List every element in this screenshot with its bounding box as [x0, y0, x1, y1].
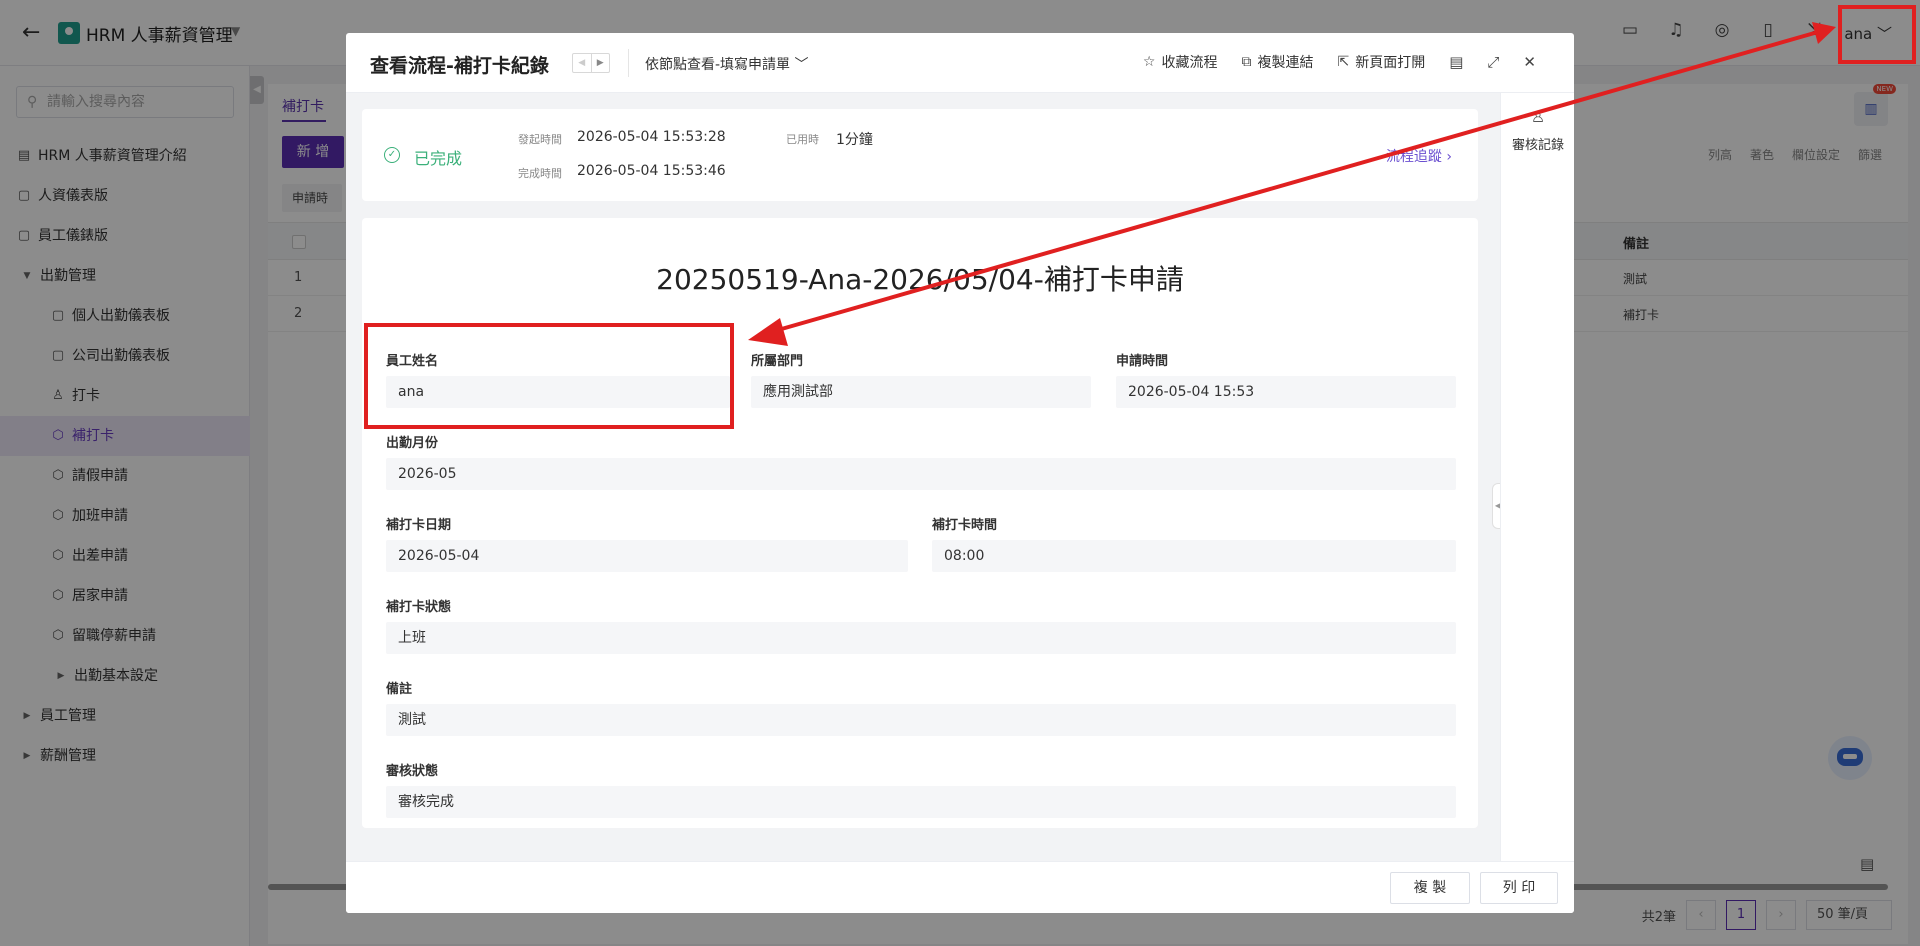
elapsed-label: 已用時	[786, 133, 819, 146]
start-time-value: 2026-05-04 15:53:28	[577, 129, 726, 145]
fullscreen-icon[interactable]: ⤢	[1487, 53, 1499, 71]
form-card: 20250519-Ana-2026/05/04-補打卡申請 員工姓名 ana 所…	[362, 218, 1478, 828]
attend-month-label: 出勤月份	[386, 436, 439, 451]
status-card: ✓ 已完成 發起時間 2026-05-04 15:53:28 已用時 1分鐘 完…	[362, 109, 1478, 201]
header-actions: ☆ 收藏流程 ⧉ 複製連結 ⇱ 新頁面打開 ▤ ⤢ ✕	[1143, 52, 1536, 72]
process-modal: 查看流程-補打卡紀錄 ◀ ▶ 依節點查看-填寫申請單 ﹀ ☆ 收藏流程 ⧉ 複製連結…	[346, 33, 1574, 913]
patch-date-label: 補打卡日期	[386, 518, 452, 533]
divider	[628, 49, 629, 77]
patch-date-field: 2026-05-04	[386, 540, 908, 572]
flow-tracking-link[interactable]: 流程追蹤 ›	[1386, 146, 1452, 166]
print-button[interactable]: 列 印	[1480, 872, 1558, 904]
review-status-field: 審核完成	[386, 786, 1456, 818]
patch-time-field: 08:00	[932, 540, 1456, 572]
review-status-label: 審核狀態	[386, 764, 439, 779]
patch-status-field: 上班	[386, 622, 1456, 654]
modal-title: 查看流程-補打卡紀錄	[370, 55, 549, 77]
next-record-icon[interactable]: ▶	[592, 54, 610, 72]
audit-log-button[interactable]: ♙ 審核記錄	[1501, 107, 1574, 153]
check-circle-icon: ✓	[384, 147, 400, 163]
end-time-label: 完成時間	[518, 167, 562, 180]
highlight-user-menu	[1838, 5, 1916, 64]
start-time-label: 發起時間	[518, 133, 562, 146]
attend-month-field: 2026-05	[386, 458, 1456, 490]
remark-label: 備註	[386, 682, 413, 697]
end-time-value: 2026-05-04 15:53:46	[577, 163, 726, 179]
right-rail: ♙ 審核記錄	[1500, 93, 1574, 861]
open-new-page-button[interactable]: ⇱ 新頁面打開	[1337, 52, 1425, 72]
prev-record-icon[interactable]: ◀	[573, 54, 592, 72]
close-icon[interactable]: ✕	[1523, 53, 1536, 71]
patch-status-label: 補打卡狀態	[386, 600, 452, 615]
view-mode-select[interactable]: 依節點查看-填寫申請單 ﹀	[645, 54, 809, 74]
status-label: 已完成	[414, 149, 463, 168]
side-panel-icon[interactable]: ▤	[1449, 53, 1463, 71]
remark-field: 測試	[386, 704, 1456, 736]
star-icon: ☆	[1142, 54, 1156, 70]
modal-body: ✓ 已完成 發起時間 2026-05-04 15:53:28 已用時 1分鐘 完…	[346, 93, 1500, 861]
apply-time-field: 2026-05-04 15:53	[1116, 376, 1456, 408]
modal-header: 查看流程-補打卡紀錄 ◀ ▶ 依節點查看-填寫申請單 ﹀ ☆ 收藏流程 ⧉ 複製連結…	[346, 33, 1574, 93]
department-label: 所屬部門	[751, 354, 804, 369]
highlight-employee-name	[364, 323, 734, 429]
apply-time-label: 申請時間	[1116, 354, 1169, 369]
department-field: 應用測試部	[751, 376, 1091, 408]
copy-icon: ⧉	[1241, 54, 1252, 70]
copy-link-button[interactable]: ⧉ 複製連結	[1241, 52, 1313, 72]
external-link-icon: ⇱	[1337, 54, 1350, 70]
modal-footer: 複 製 列 印	[346, 861, 1574, 913]
form-title: 20250519-Ana-2026/05/04-補打卡申請	[656, 263, 1184, 296]
audit-icon: ♙	[1530, 107, 1546, 126]
record-navigator: ◀ ▶	[572, 53, 610, 73]
patch-time-label: 補打卡時間	[932, 518, 998, 533]
copy-button[interactable]: 複 製	[1390, 872, 1470, 904]
favorite-button[interactable]: ☆ 收藏流程	[1143, 52, 1218, 72]
elapsed-value: 1分鐘	[836, 132, 873, 148]
